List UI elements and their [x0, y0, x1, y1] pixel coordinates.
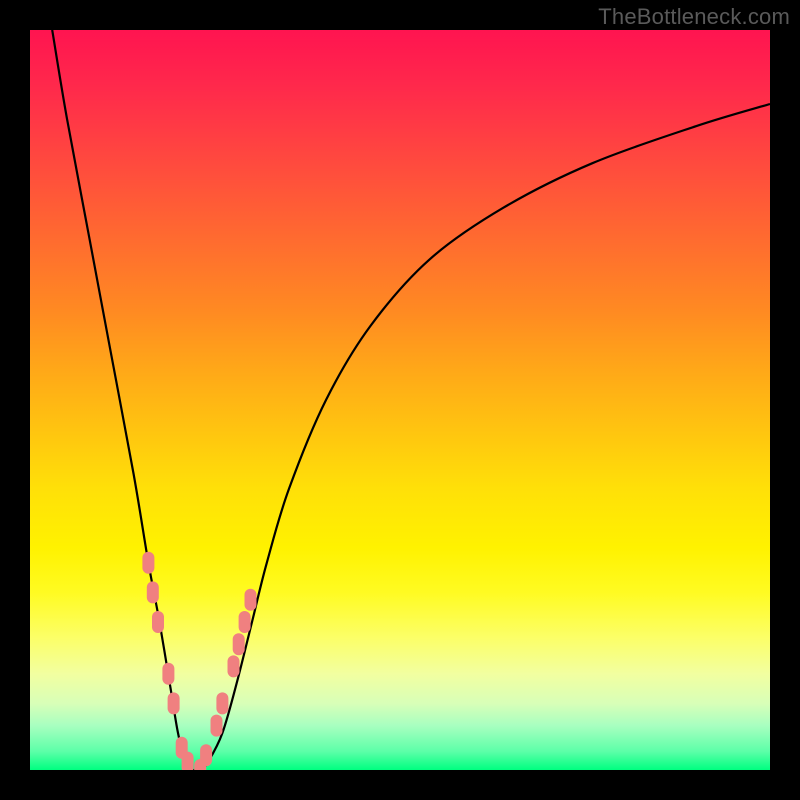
highlight-marker — [168, 692, 180, 714]
highlight-marker — [245, 589, 257, 611]
bottleneck-curve — [52, 30, 770, 770]
highlight-marker — [228, 655, 240, 677]
highlight-marker — [147, 581, 159, 603]
highlight-marker — [200, 744, 212, 766]
plot-area — [30, 30, 770, 770]
highlight-marker — [152, 611, 164, 633]
highlight-marker — [182, 752, 194, 770]
highlight-marker — [162, 663, 174, 685]
watermark-text: TheBottleneck.com — [598, 4, 790, 30]
marker-group — [142, 552, 256, 770]
highlight-marker — [233, 633, 245, 655]
highlight-marker — [142, 552, 154, 574]
highlight-marker — [239, 611, 251, 633]
highlight-marker — [216, 692, 228, 714]
curve-svg — [30, 30, 770, 770]
highlight-marker — [211, 715, 223, 737]
chart-frame: TheBottleneck.com — [0, 0, 800, 800]
